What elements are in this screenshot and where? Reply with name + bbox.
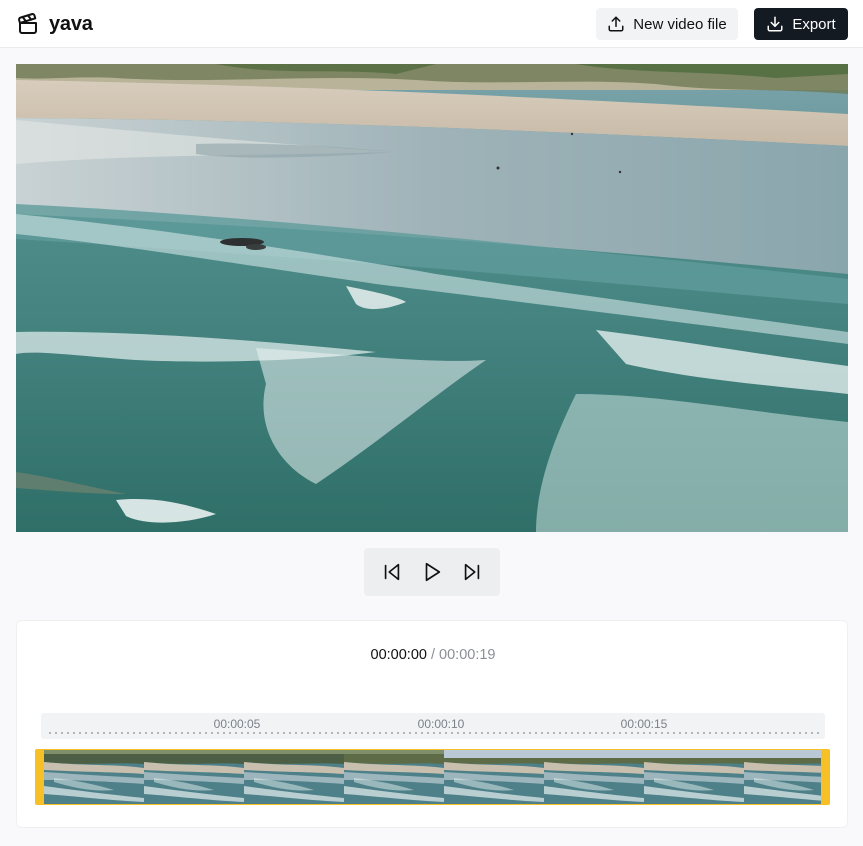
- ruler-label: 00:00:15: [620, 717, 668, 731]
- time-readout: 00:00:00 / 00:00:19: [17, 647, 849, 663]
- trim-start-handle[interactable]: [35, 749, 44, 805]
- play-icon: [425, 562, 441, 582]
- playback-controls: [364, 548, 500, 596]
- frame-thumbnail: [544, 750, 644, 804]
- clip-filmstrip[interactable]: [35, 749, 830, 805]
- video-frame: [16, 64, 848, 532]
- frame-thumbnail: [44, 750, 144, 804]
- trim-end-handle[interactable]: [821, 749, 830, 805]
- new-video-file-button[interactable]: New video file: [596, 8, 738, 40]
- time-separator: /: [430, 647, 436, 663]
- upload-icon: [608, 16, 624, 32]
- frame-thumbnail: [444, 750, 544, 804]
- timeline-panel: 00:00:00 / 00:00:19 00:00:05 00:00:10 00…: [16, 620, 848, 828]
- frame-thumbnail: [344, 750, 444, 804]
- video-preview[interactable]: [16, 64, 848, 532]
- frame-thumbnail: [244, 750, 344, 804]
- top-bar: yava New video file Export: [0, 0, 863, 48]
- export-label: Export: [792, 15, 836, 33]
- app-name: yava: [49, 12, 93, 35]
- ruler-label: 00:00:05: [213, 717, 261, 731]
- frame-thumbnail: [644, 750, 744, 804]
- total-duration: 00:00:19: [439, 647, 496, 663]
- new-video-file-label: New video file: [633, 15, 727, 33]
- skip-forward-icon: [464, 563, 480, 581]
- timeline-ruler[interactable]: 00:00:05 00:00:10 00:00:15: [41, 713, 825, 739]
- ruler-ticks: [47, 732, 819, 734]
- play-button[interactable]: [421, 561, 443, 583]
- frame-thumbnail: [744, 750, 821, 804]
- thumbnail-track: [44, 749, 821, 805]
- brand: yava: [16, 11, 93, 37]
- skip-back-icon: [384, 563, 400, 581]
- frame-thumbnail: [144, 750, 244, 804]
- export-button[interactable]: Export: [754, 8, 848, 40]
- download-icon: [767, 16, 783, 32]
- ruler-label: 00:00:10: [417, 717, 465, 731]
- clapperboard-icon: [18, 13, 37, 34]
- current-time: 00:00:00: [370, 647, 427, 663]
- next-frame-button[interactable]: [461, 561, 483, 583]
- previous-frame-button[interactable]: [381, 561, 403, 583]
